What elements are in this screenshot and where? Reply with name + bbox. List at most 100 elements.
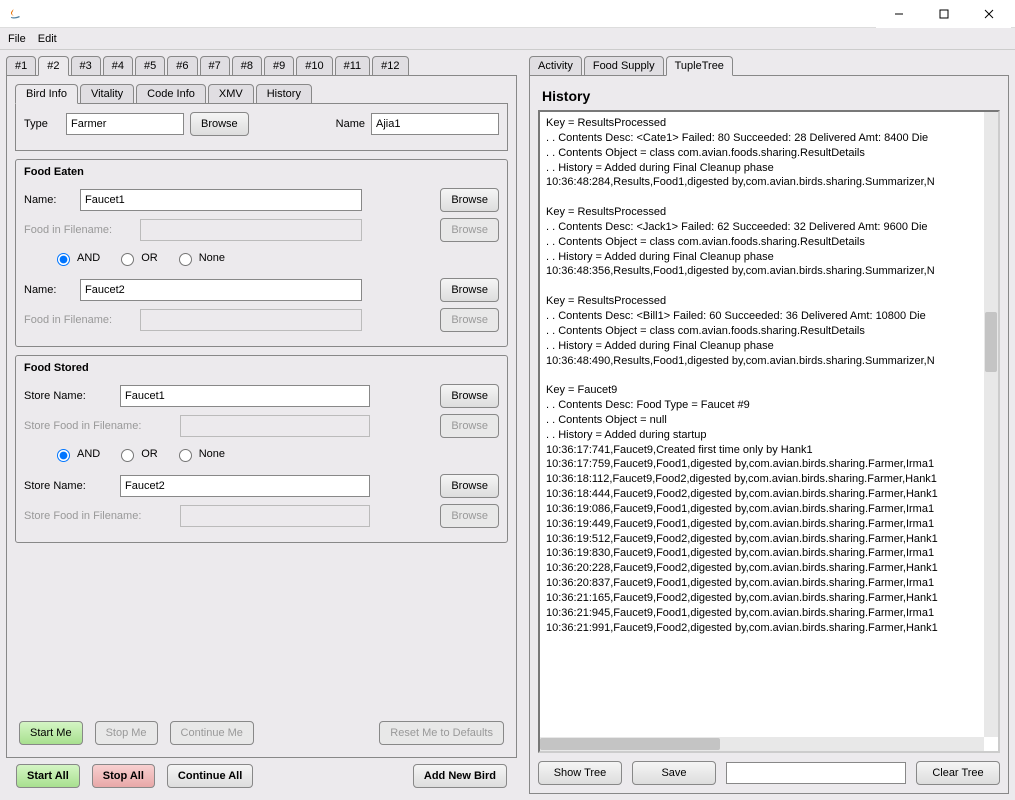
minimize-button[interactable] (876, 0, 921, 28)
right-tab-tupletree[interactable]: TupleTree (666, 56, 733, 76)
history-line: 10:36:17:759,Faucet9,Food1,digested by,c… (546, 457, 978, 472)
fe-radio-or[interactable]: OR (116, 250, 158, 266)
hash-panel: Bird InfoVitalityCode InfoXMVHistory Typ… (6, 75, 517, 758)
menu-file[interactable]: File (8, 33, 26, 45)
inner-tabstrip: Bird InfoVitalityCode InfoXMVHistory (15, 84, 508, 104)
scrollbar-horizontal[interactable] (540, 737, 984, 751)
inner-tab-code-info[interactable]: Code Info (136, 84, 206, 104)
fs-sfif2-label: Store Food in Filename: (24, 510, 174, 522)
continue-all-button[interactable]: Continue All (167, 764, 253, 788)
hash-tab-2[interactable]: #2 (38, 56, 68, 76)
fs-sfif1-browse: Browse (440, 414, 499, 438)
history-line: 10:36:18:444,Faucet9,Food2,digested by,c… (546, 487, 978, 502)
history-line: 10:36:48:284,Results,Food1,digested by,c… (546, 175, 978, 190)
history-line: . . Contents Desc: Food Type = Faucet #9 (546, 398, 978, 413)
fs-radio-none[interactable]: None (174, 446, 225, 462)
history-line: . . Contents Object = class com.avian.fo… (546, 324, 978, 339)
history-line: . . History = Added during Final Cleanup… (546, 161, 978, 176)
fe-name2-input[interactable] (80, 279, 362, 301)
inner-tab-bird-info[interactable]: Bird Info (15, 84, 78, 104)
hash-tab-7[interactable]: #7 (200, 56, 230, 76)
hash-tab-12[interactable]: #12 (372, 56, 408, 76)
history-line: . . Contents Desc: <Jack1> Failed: 62 Su… (546, 220, 978, 235)
history-line: . . Contents Object = class com.avian.fo… (546, 235, 978, 250)
fe-radio-and[interactable]: AND (52, 250, 100, 266)
clear-tree-button[interactable]: Clear Tree (916, 761, 1000, 785)
fs-name2-browse[interactable]: Browse (440, 474, 499, 498)
fe-radio-row: AND OR None (52, 250, 499, 266)
food-eaten-group: Food Eaten Name: Browse Food in Filename… (15, 159, 508, 347)
history-line: 10:36:48:490,Results,Food1,digested by,c… (546, 354, 978, 369)
history-line (546, 279, 978, 294)
history-line: 10:36:48:356,Results,Food1,digested by,c… (546, 264, 978, 279)
fe-fif2-browse: Browse (440, 308, 499, 332)
hash-tab-11[interactable]: #11 (335, 56, 371, 76)
inner-tab-vitality[interactable]: Vitality (80, 84, 134, 104)
tupletree-panel: History Key = ResultsProcessed . . Conte… (529, 75, 1009, 794)
stop-me-button: Stop Me (95, 721, 158, 745)
fe-name2-browse[interactable]: Browse (440, 278, 499, 302)
hash-tab-3[interactable]: #3 (71, 56, 101, 76)
fs-name1-input[interactable] (120, 385, 370, 407)
fe-fif2-label: Food in Filename: (24, 314, 134, 326)
start-all-button[interactable]: Start All (16, 764, 80, 788)
fs-radio-or[interactable]: OR (116, 446, 158, 462)
scrollbar-vertical[interactable] (984, 112, 998, 737)
show-tree-button[interactable]: Show Tree (538, 761, 622, 785)
fe-radio-none[interactable]: None (174, 250, 225, 266)
fs-radio-row: AND OR None (52, 446, 499, 462)
name-input[interactable] (371, 113, 499, 135)
menubar: File Edit (0, 28, 1015, 50)
close-button[interactable] (966, 0, 1011, 28)
history-line: . . Contents Object = null (546, 413, 978, 428)
hash-tab-9[interactable]: #9 (264, 56, 294, 76)
fe-fif1-browse: Browse (440, 218, 499, 242)
right-tab-activity[interactable]: Activity (529, 56, 582, 76)
fe-name1-browse[interactable]: Browse (440, 188, 499, 212)
stop-all-button[interactable]: Stop All (92, 764, 155, 788)
food-stored-title: Food Stored (24, 362, 499, 374)
food-stored-group: Food Stored Store Name: Browse Store Foo… (15, 355, 508, 543)
start-me-button[interactable]: Start Me (19, 721, 83, 745)
hash-tab-1[interactable]: #1 (6, 56, 36, 76)
fe-fif2-input (140, 309, 362, 331)
fs-name2-input[interactable] (120, 475, 370, 497)
hash-tab-5[interactable]: #5 (135, 56, 165, 76)
titlebar (0, 0, 1015, 28)
java-icon (8, 6, 24, 22)
add-new-bird-button[interactable]: Add New Bird (413, 764, 507, 788)
history-line: 10:36:21:165,Faucet9,Food2,digested by,c… (546, 591, 978, 606)
fs-sfif2-browse: Browse (440, 504, 499, 528)
fs-sfif2-input (180, 505, 370, 527)
history-line: Key = ResultsProcessed (546, 116, 978, 131)
history-line: . . Contents Desc: <Cate1> Failed: 80 Su… (546, 131, 978, 146)
hash-tab-8[interactable]: #8 (232, 56, 262, 76)
fs-name2-label: Store Name: (24, 480, 114, 492)
hash-tabstrip: #1#2#3#4#5#6#7#8#9#10#11#12 (6, 56, 517, 76)
fe-fif1-label: Food in Filename: (24, 224, 134, 236)
inner-tab-history[interactable]: History (256, 84, 312, 104)
history-line: 10:36:19:512,Faucet9,Food2,digested by,c… (546, 532, 978, 547)
menu-edit[interactable]: Edit (38, 33, 57, 45)
history-line: . . History = Added during Final Cleanup… (546, 339, 978, 354)
type-browse-button[interactable]: Browse (190, 112, 249, 136)
fs-radio-and[interactable]: AND (52, 446, 100, 462)
maximize-button[interactable] (921, 0, 966, 28)
continue-me-button: Continue Me (170, 721, 254, 745)
right-tab-food-supply[interactable]: Food Supply (584, 56, 664, 76)
history-line: Key = ResultsProcessed (546, 294, 978, 309)
inner-tab-xmv[interactable]: XMV (208, 84, 254, 104)
fe-fif1-input (140, 219, 362, 241)
hash-tab-10[interactable]: #10 (296, 56, 332, 76)
right-tabstrip: ActivityFood SupplyTupleTree (529, 56, 1009, 76)
save-button[interactable]: Save (632, 761, 716, 785)
type-input[interactable] (66, 113, 184, 135)
hash-tab-6[interactable]: #6 (167, 56, 197, 76)
history-textarea[interactable]: Key = ResultsProcessed . . Contents Desc… (538, 110, 1000, 753)
history-line: 10:36:20:837,Faucet9,Food1,digested by,c… (546, 576, 978, 591)
fe-name1-input[interactable] (80, 189, 362, 211)
fs-name1-browse[interactable]: Browse (440, 384, 499, 408)
history-line: 10:36:17:741,Faucet9,Created first time … (546, 443, 978, 458)
tree-input[interactable] (726, 762, 906, 784)
hash-tab-4[interactable]: #4 (103, 56, 133, 76)
